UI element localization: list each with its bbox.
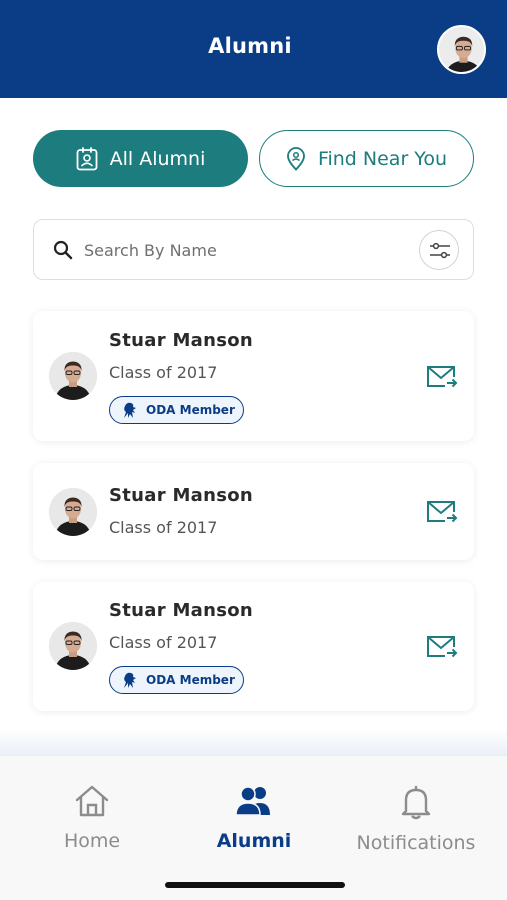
badge-label: ODA Member xyxy=(146,403,235,417)
search-bar xyxy=(33,219,474,280)
alumni-avatar xyxy=(49,352,97,400)
search-icon xyxy=(53,240,73,260)
nav-notifications[interactable]: Notifications xyxy=(346,784,486,854)
alumni-card[interactable]: Stuar Manson Class of 2017 ODA Member xyxy=(33,311,474,441)
search-input[interactable] xyxy=(84,234,404,266)
all-alumni-label: All Alumni xyxy=(109,147,206,170)
people-icon xyxy=(235,786,270,816)
nav-home[interactable]: Home xyxy=(52,784,132,852)
alumni-class-year: Class of 2017 xyxy=(109,633,218,652)
person-avatar-icon xyxy=(49,488,97,536)
contact-badge-icon xyxy=(76,146,98,170)
person-avatar-icon xyxy=(49,352,97,400)
alumni-name: Stuar Manson xyxy=(109,600,254,621)
mail-send-icon[interactable] xyxy=(426,634,458,660)
mail-send-icon[interactable] xyxy=(426,499,458,525)
nav-notifications-label: Notifications xyxy=(356,832,476,854)
filter-button[interactable] xyxy=(419,230,459,270)
all-alumni-tab[interactable]: All Alumni xyxy=(33,130,248,187)
person-avatar-icon xyxy=(49,622,97,670)
badge-label: ODA Member xyxy=(146,673,235,687)
nav-home-label: Home xyxy=(63,830,121,852)
alumni-class-year: Class of 2017 xyxy=(109,363,218,382)
lion-crest-icon xyxy=(124,672,136,688)
lion-crest-icon xyxy=(124,402,136,418)
alumni-class-year: Class of 2017 xyxy=(109,518,218,537)
find-near-you-tab[interactable]: Find Near You xyxy=(259,130,474,187)
filter-sliders-icon xyxy=(430,242,450,259)
alumni-card[interactable]: Stuar Manson Class of 2017 ODA Member xyxy=(33,582,474,711)
nav-alumni[interactable]: Alumni xyxy=(206,784,302,852)
nav-alumni-label: Alumni xyxy=(216,830,292,852)
alumni-card[interactable]: Stuar Manson Class of 2017 xyxy=(33,463,474,560)
alumni-name: Stuar Manson xyxy=(109,330,254,351)
home-indicator[interactable] xyxy=(165,882,345,888)
alumni-avatar xyxy=(49,622,97,670)
app-header: Alumni xyxy=(0,0,507,98)
oda-member-badge: ODA Member xyxy=(109,666,244,694)
mail-send-icon[interactable] xyxy=(426,364,458,390)
bell-icon xyxy=(401,785,431,820)
person-avatar-icon xyxy=(439,27,484,72)
page-title: Alumni xyxy=(208,34,292,58)
oda-member-badge: ODA Member xyxy=(109,396,244,424)
find-near-you-label: Find Near You xyxy=(317,147,448,170)
location-pin-icon xyxy=(287,146,305,171)
profile-avatar[interactable] xyxy=(437,25,486,74)
bottom-nav: Home Alumni Notifications xyxy=(0,755,507,900)
scroll-fade xyxy=(0,728,507,756)
alumni-avatar xyxy=(49,488,97,536)
alumni-name: Stuar Manson xyxy=(109,485,254,506)
home-icon xyxy=(75,785,109,817)
